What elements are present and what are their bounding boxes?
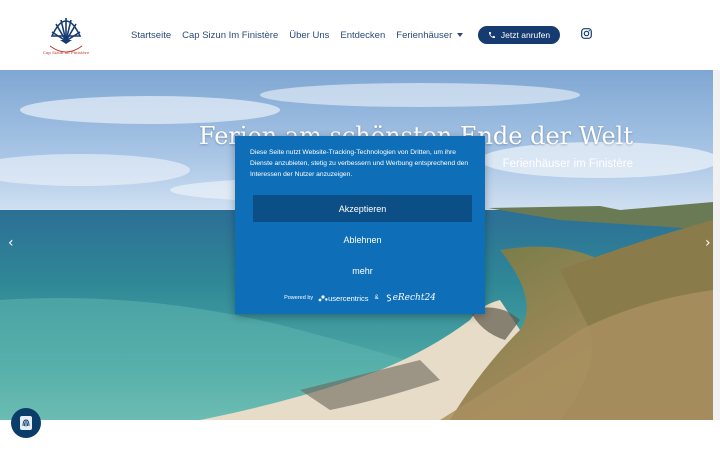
nav-uber-uns[interactable]: Über Uns [289, 30, 329, 41]
ampersand: & [374, 295, 379, 301]
logo-caption: Cap Sizun im Finistère [43, 50, 90, 55]
phone-icon [488, 32, 495, 38]
chevron-down-icon [457, 33, 464, 37]
nav-startseite[interactable]: Startseite [131, 30, 171, 41]
nav-entdecken[interactable]: Entdecken [340, 30, 385, 41]
fingerprint-icon [20, 416, 32, 430]
hero-subtitle: Ferienhäuser im Finistère [502, 158, 633, 170]
slider-prev-icon[interactable]: ‹ [8, 235, 14, 251]
page: Cap Sizun im Finistère Startseite Cap Si… [0, 0, 720, 450]
powered-by-label: Powered by [284, 295, 314, 301]
scrollbar[interactable] [713, 70, 720, 420]
section-sign-icon [386, 294, 391, 301]
consent-text: Diese Seite nutzt Website-Tracking-Techn… [250, 149, 469, 178]
more-button[interactable]: mehr [253, 260, 472, 282]
cookie-consent-dialog: Diese Seite nutzt Website-Tracking-Techn… [235, 136, 485, 314]
call-now-label: Jetzt anrufen [500, 30, 551, 40]
nav-ferienhauser-label: Ferienhäuser [396, 29, 453, 41]
accept-button[interactable]: Akzeptieren [253, 195, 472, 222]
call-now-button[interactable]: Jetzt anrufen [478, 26, 560, 44]
privacy-settings-button[interactable] [11, 408, 41, 438]
erecht24-label: eRecht24 [392, 293, 436, 303]
nav-cap-sizun[interactable]: Cap Sizun Im Finistère [182, 30, 278, 41]
powered-by: Powered by usercentrics & eRecht24 [235, 291, 485, 305]
main-nav: Startseite Cap Sizun Im Finistère Über U… [131, 27, 474, 43]
site-header: Cap Sizun im Finistère Startseite Cap Si… [0, 0, 720, 70]
usercentrics-dots-icon [318, 295, 328, 302]
usercentrics-label: usercentrics [328, 293, 369, 303]
usercentrics-logo: usercentrics [318, 293, 369, 303]
erecht24-logo: eRecht24 [385, 293, 436, 303]
slider-next-icon[interactable]: › [705, 235, 711, 251]
shell-logo[interactable]: Cap Sizun im Finistère [42, 12, 90, 58]
nav-ferienhauser[interactable]: Ferienhäuser [396, 29, 464, 41]
reject-button[interactable]: Ablehnen [253, 229, 472, 251]
instagram-icon[interactable] [581, 28, 592, 39]
